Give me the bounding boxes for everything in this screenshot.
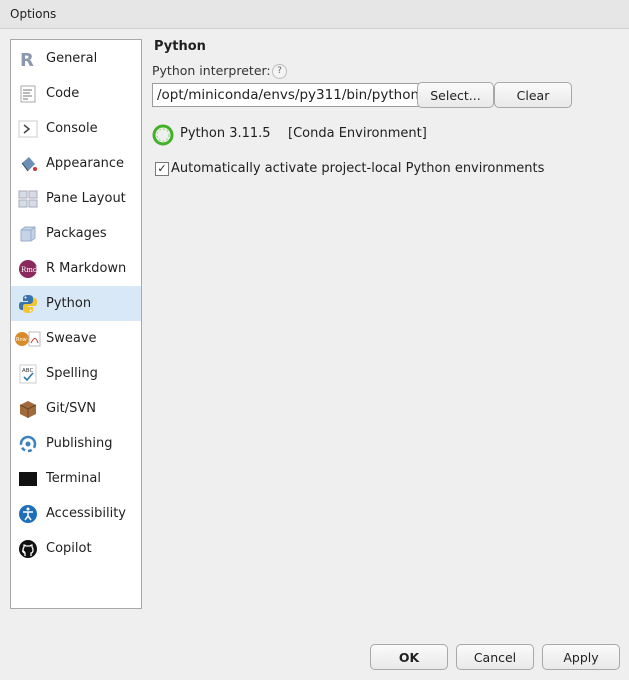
publish-icon	[18, 434, 38, 454]
sidebar-item-label: Git/SVN	[46, 401, 97, 416]
sidebar-item-label: R Markdown	[46, 261, 127, 276]
python-logo-icon	[18, 294, 38, 314]
sidebar-item-label: Console	[46, 121, 98, 136]
environment-type: [Conda Environment]	[288, 126, 427, 141]
python-options-panel: Python Python interpreter: ? Select... C…	[152, 36, 622, 616]
select-interpreter-button[interactable]: Select...	[417, 82, 494, 108]
sidebar-item-label: Packages	[46, 226, 107, 241]
svg-text:ABC: ABC	[22, 368, 33, 374]
cancel-button[interactable]: Cancel	[456, 644, 534, 670]
github-logo-icon	[18, 539, 38, 559]
r-logo-icon: R	[18, 49, 38, 69]
package-box-icon	[18, 224, 38, 244]
sidebar-item-r-markdown[interactable]: Rmd R Markdown	[11, 251, 141, 286]
sidebar-item-label: Appearance	[46, 156, 125, 171]
sidebar-item-publishing[interactable]: Publishing	[11, 426, 141, 461]
sidebar-item-pane-layout[interactable]: Pane Layout	[11, 181, 141, 216]
sidebar-item-accessibility[interactable]: Accessibility	[11, 496, 141, 531]
sidebar-item-git-svn[interactable]: Git/SVN	[11, 391, 141, 426]
sidebar-item-label: Sweave	[46, 331, 97, 346]
sidebar-item-console[interactable]: Console	[11, 111, 141, 146]
sidebar-item-label: Terminal	[46, 471, 101, 486]
paint-bucket-icon	[18, 154, 38, 174]
pane-layout-icon	[18, 189, 38, 209]
sidebar-item-packages[interactable]: Packages	[11, 216, 141, 251]
git-box-icon	[18, 399, 38, 419]
sidebar-item-sweave[interactable]: Rnw Sweave	[11, 321, 141, 356]
rmd-icon: Rmd	[18, 259, 38, 279]
sidebar-item-label: Copilot	[46, 541, 92, 556]
abc-spellcheck-icon: ABC	[18, 364, 38, 384]
svg-text:R: R	[20, 50, 34, 69]
sidebar-item-label: Pane Layout	[46, 191, 126, 206]
sidebar-item-label: Publishing	[46, 436, 113, 451]
sidebar-item-label: Python	[46, 296, 92, 311]
sidebar-item-label: Spelling	[46, 366, 98, 381]
options-sidebar: R General Code Console Appearance Pane L…	[10, 39, 142, 609]
sidebar-item-terminal[interactable]: Terminal	[11, 461, 141, 496]
window-title: Options	[10, 7, 57, 21]
sidebar-item-spelling[interactable]: ABC Spelling	[11, 356, 141, 391]
sidebar-item-label: General	[46, 51, 98, 66]
sidebar-item-copilot[interactable]: Copilot	[11, 531, 141, 566]
console-prompt-icon	[18, 119, 38, 139]
sidebar-item-label: Code	[46, 86, 80, 101]
interpreter-label: Python interpreter:	[152, 63, 271, 78]
auto-activate-checkbox[interactable]: ✓	[155, 162, 169, 176]
auto-activate-row: ✓ Automatically activate project-local P…	[155, 161, 575, 178]
sidebar-item-label: Accessibility	[46, 506, 126, 521]
ok-button[interactable]: OK	[370, 644, 448, 670]
accessibility-icon	[18, 504, 38, 524]
python-environment-info: Python 3.11.5 [Conda Environment]	[152, 124, 552, 146]
python-version: Python 3.11.5	[180, 126, 271, 141]
sweave-pdf-icon: Rnw	[14, 329, 42, 349]
window-titlebar: Options	[0, 0, 629, 29]
sidebar-item-appearance[interactable]: Appearance	[11, 146, 141, 181]
svg-text:Rmd: Rmd	[21, 266, 38, 274]
section-title: Python	[154, 39, 206, 54]
code-document-icon	[18, 84, 38, 104]
clear-interpreter-button[interactable]: Clear	[494, 82, 572, 108]
interpreter-path-input[interactable]	[152, 83, 422, 107]
conda-ring-icon	[152, 124, 174, 146]
svg-text:Rnw: Rnw	[16, 337, 27, 343]
sidebar-item-code[interactable]: Code	[11, 76, 141, 111]
apply-button[interactable]: Apply	[542, 644, 620, 670]
auto-activate-label: Automatically activate project-local Pyt…	[171, 161, 545, 176]
sidebar-item-python[interactable]: Python	[11, 286, 141, 321]
terminal-icon	[18, 469, 38, 489]
help-icon[interactable]: ?	[272, 64, 287, 79]
sidebar-item-general[interactable]: R General	[11, 41, 141, 76]
